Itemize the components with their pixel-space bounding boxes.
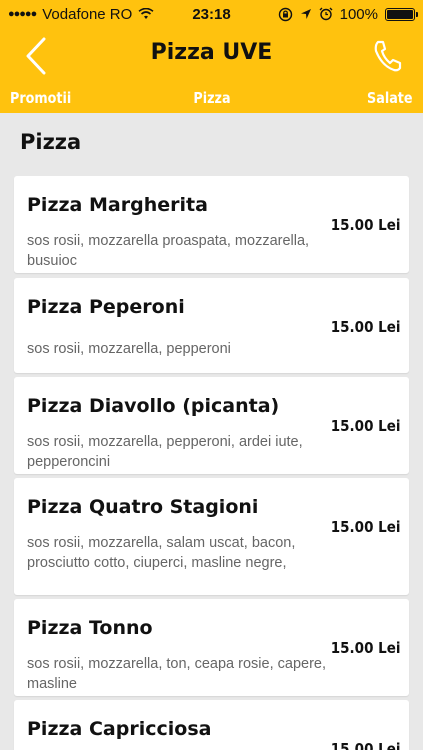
menu-item-name: Pizza Peperoni [27, 296, 185, 318]
rotation-lock-icon [278, 7, 292, 21]
category-promotii[interactable]: Promotii [10, 89, 71, 107]
location-arrow-icon [300, 9, 311, 19]
alarm-icon [319, 7, 333, 21]
call-button[interactable] [365, 34, 409, 78]
menu-item-name: Pizza Tonno [27, 617, 153, 639]
menu-item-name: Pizza Quatro Stagioni [27, 496, 259, 518]
menu-item-name: Pizza Margherita [27, 194, 208, 216]
menu-item-card[interactable]: Pizza Diavollo (picanta) sos rosii, mozz… [14, 377, 409, 474]
menu-item-price: 15.00 Lei [331, 740, 401, 750]
app-header: ●●●●● Vodafone RO 23:18 100% Pizza UVE P… [0, 0, 423, 113]
menu-item-card[interactable]: Pizza Capricciosa 15.00 Lei [14, 700, 409, 750]
menu-item-card[interactable]: Pizza Tonno sos rosii, mozzarella, ton, … [14, 599, 409, 696]
category-salate[interactable]: Salate [367, 89, 413, 107]
category-bar: Promotii Pizza Salate [0, 84, 423, 113]
menu-item-price: 15.00 Lei [331, 518, 401, 536]
navigation-bar: Pizza UVE [0, 28, 423, 84]
menu-item-card[interactable]: Pizza Quatro Stagioni sos rosii, mozzare… [14, 478, 409, 595]
menu-item-name: Pizza Diavollo (picanta) [27, 395, 280, 417]
carrier-name: Vodafone RO [42, 5, 133, 23]
menu-item-card[interactable]: Pizza Peperoni sos rosii, mozzarella, pe… [14, 278, 409, 373]
status-right: 100% [278, 5, 418, 23]
category-pizza[interactable]: Pizza [193, 89, 230, 107]
wifi-icon [138, 8, 154, 19]
menu-item-price: 15.00 Lei [331, 216, 401, 234]
status-bar: ●●●●● Vodafone RO 23:18 100% [0, 0, 423, 28]
battery-icon [385, 7, 418, 21]
menu-item-card[interactable]: Pizza Margherita sos rosii, mozzarella p… [14, 176, 409, 273]
menu-item-price: 15.00 Lei [331, 318, 401, 336]
menu-item-description: sos rosii, mozzarella, pepperoni [27, 341, 231, 357]
section-title: Pizza [20, 130, 82, 154]
status-left: ●●●●● Vodafone RO [8, 6, 154, 23]
phone-icon [374, 40, 402, 72]
menu-item-name: Pizza Capricciosa [27, 718, 212, 740]
menu-item-description: sos rosii, mozzarella, pepperoni, ardei … [27, 434, 303, 470]
status-time: 23:18 [192, 5, 231, 23]
menu-item-price: 15.00 Lei [331, 417, 401, 435]
menu-item-description: sos rosii, mozzarella, salam uscat, baco… [27, 535, 296, 571]
menu-item-description: sos rosii, mozzarella, ton, ceapa rosie,… [27, 656, 326, 692]
menu-item-price: 15.00 Lei [331, 639, 401, 657]
page-title: Pizza UVE [150, 40, 273, 65]
battery-percent: 100% [339, 5, 378, 23]
signal-strength-icon: ●●●●● [8, 8, 37, 20]
menu-item-description: sos rosii, mozzarella proaspata, mozzare… [27, 233, 310, 269]
